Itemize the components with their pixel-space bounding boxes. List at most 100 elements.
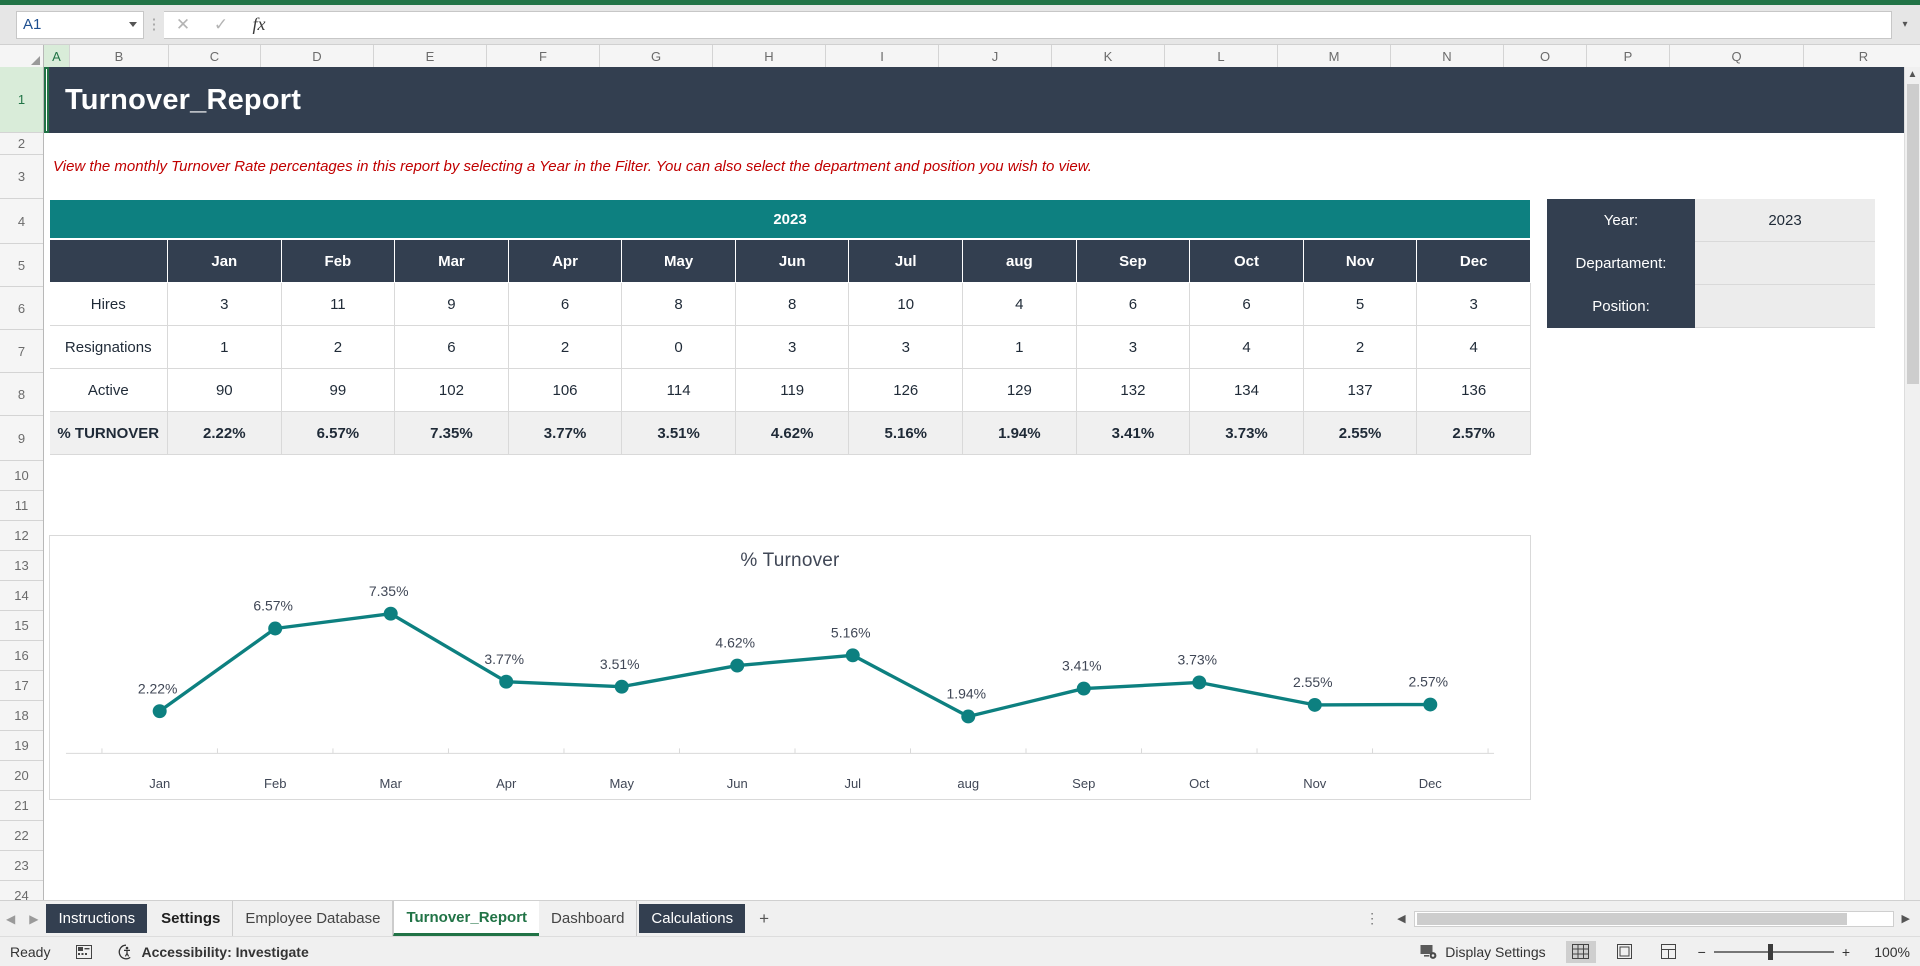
- chevron-down-icon[interactable]: [129, 22, 137, 27]
- column-header-A[interactable]: A: [44, 45, 70, 67]
- vertical-scrollbar[interactable]: ▲: [1904, 67, 1920, 900]
- row-header-10[interactable]: 10: [0, 461, 43, 491]
- column-header-I[interactable]: I: [826, 45, 939, 67]
- sheet-nav-next-icon[interactable]: ▶: [29, 912, 38, 926]
- zoom-level-label[interactable]: 100%: [1864, 944, 1910, 960]
- column-header-K[interactable]: K: [1052, 45, 1165, 67]
- column-header-G[interactable]: G: [600, 45, 713, 67]
- display-settings-button[interactable]: Display Settings: [1420, 944, 1545, 960]
- row-header-18[interactable]: 18: [0, 701, 43, 731]
- sheet-nav-arrows[interactable]: ◀ ▶: [0, 901, 44, 936]
- row-header-11[interactable]: 11: [0, 491, 43, 521]
- column-header-N[interactable]: N: [1391, 45, 1504, 67]
- zoom-slider-track[interactable]: [1714, 951, 1834, 953]
- row-header-3[interactable]: 3: [0, 155, 43, 199]
- row-header-24[interactable]: 24: [0, 881, 43, 900]
- column-header-E[interactable]: E: [374, 45, 487, 67]
- row-header-13[interactable]: 13: [0, 551, 43, 581]
- row-header-4[interactable]: 4: [0, 199, 43, 244]
- row-header-5[interactable]: 5: [0, 244, 43, 287]
- zoom-out-button[interactable]: −: [1698, 944, 1706, 960]
- row-header-8[interactable]: 8: [0, 373, 43, 416]
- row-header-23[interactable]: 23: [0, 851, 43, 881]
- zoom-in-button[interactable]: +: [1842, 944, 1850, 960]
- sheet-tab-dashboard[interactable]: Dashboard: [539, 901, 637, 936]
- confirm-entry-icon[interactable]: ✓: [202, 11, 240, 39]
- sheet-tab-settings[interactable]: Settings: [149, 901, 233, 936]
- row-header-6[interactable]: 6: [0, 287, 43, 330]
- column-header-B[interactable]: B: [70, 45, 169, 67]
- cancel-entry-icon[interactable]: ✕: [164, 11, 202, 39]
- cell-turnover-nov: 2.55%: [1303, 412, 1417, 455]
- select-all-corner[interactable]: [0, 45, 44, 67]
- row-header-17[interactable]: 17: [0, 671, 43, 701]
- scroll-up-icon[interactable]: ▲: [1908, 67, 1918, 82]
- month-header-mar: Mar: [395, 240, 509, 283]
- chart-data-label: 6.57%: [253, 598, 293, 614]
- cell-active-feb: 99: [281, 369, 395, 412]
- row-header-19[interactable]: 19: [0, 731, 43, 761]
- cell-active-sep: 132: [1076, 369, 1190, 412]
- normal-view-button[interactable]: [1566, 941, 1596, 963]
- filter-value-year[interactable]: 2023: [1695, 199, 1875, 242]
- formula-bar-menu-icon[interactable]: ⋮: [144, 21, 164, 29]
- horizontal-scroll-thumb[interactable]: [1417, 913, 1847, 925]
- column-header-O[interactable]: O: [1504, 45, 1587, 67]
- row-header-1[interactable]: 1: [0, 67, 43, 133]
- chart-x-label: Nov: [1257, 776, 1373, 791]
- sheet-tab-calculations[interactable]: Calculations: [639, 904, 745, 933]
- turnover-chart[interactable]: % Turnover 2.22%6.57%7.35%3.77%3.51%4.62…: [49, 535, 1531, 800]
- row-header-16[interactable]: 16: [0, 641, 43, 671]
- column-header-Q[interactable]: Q: [1670, 45, 1804, 67]
- add-sheet-button[interactable]: +: [747, 901, 781, 936]
- chart-x-label: Oct: [1142, 776, 1258, 791]
- row-header-12[interactable]: 12: [0, 521, 43, 551]
- row-header-20[interactable]: 20: [0, 761, 43, 791]
- cell-resignations-sep: 3: [1076, 326, 1190, 369]
- filter-value-department[interactable]: [1695, 242, 1875, 285]
- row-header-7[interactable]: 7: [0, 330, 43, 373]
- table-row-resignations: Resignations 1 2 6 2 0 3 3 1 3 4 2: [50, 326, 1531, 369]
- column-header-D[interactable]: D: [261, 45, 374, 67]
- row-header-15[interactable]: 15: [0, 611, 43, 641]
- formula-input[interactable]: [278, 11, 1892, 39]
- chart-data-point: [153, 704, 167, 718]
- sheet-nav-prev-icon[interactable]: ◀: [6, 912, 15, 926]
- expand-formula-bar-icon[interactable]: ▾: [1894, 11, 1916, 39]
- selected-cell-a1[interactable]: [44, 67, 49, 133]
- insert-function-icon[interactable]: fx: [240, 11, 278, 39]
- row-header-2[interactable]: 2: [0, 133, 43, 155]
- name-box[interactable]: A1: [16, 11, 144, 39]
- column-header-J[interactable]: J: [939, 45, 1052, 67]
- row-header-21[interactable]: 21: [0, 791, 43, 821]
- cell-hires-nov: 5: [1303, 283, 1417, 326]
- sheet-tab-employee-database[interactable]: Employee Database: [233, 901, 393, 936]
- column-header-M[interactable]: M: [1278, 45, 1391, 67]
- filter-value-position[interactable]: [1695, 285, 1875, 328]
- column-header-R[interactable]: R: [1804, 45, 1920, 67]
- column-header-P[interactable]: P: [1587, 45, 1670, 67]
- hscroll-right-icon[interactable]: ▶: [1898, 912, 1914, 925]
- column-header-L[interactable]: L: [1165, 45, 1278, 67]
- row-label-turnover: % TURNOVER: [50, 412, 168, 455]
- row-header-14[interactable]: 14: [0, 581, 43, 611]
- sheet-tab-instructions[interactable]: Instructions: [46, 904, 147, 933]
- cell-hires-jul: 10: [849, 283, 963, 326]
- column-header-F[interactable]: F: [487, 45, 600, 67]
- zoom-slider-thumb[interactable]: [1768, 944, 1773, 960]
- zoom-slider[interactable]: − +: [1698, 944, 1850, 960]
- row-header-9[interactable]: 9: [0, 416, 43, 461]
- page-layout-view-button[interactable]: [1610, 941, 1640, 963]
- vertical-scroll-thumb[interactable]: [1907, 84, 1919, 384]
- tab-bar-overflow-icon[interactable]: ⋮: [1357, 910, 1389, 927]
- month-header-sep: Sep: [1076, 240, 1190, 283]
- column-header-H[interactable]: H: [713, 45, 826, 67]
- page-break-view-button[interactable]: [1654, 941, 1684, 963]
- sheet-tab-turnover-report[interactable]: Turnover_Report: [393, 901, 539, 936]
- row-header-22[interactable]: 22: [0, 821, 43, 851]
- column-header-C[interactable]: C: [169, 45, 261, 67]
- hscroll-left-icon[interactable]: ◀: [1393, 912, 1409, 925]
- horizontal-scrollbar[interactable]: [1414, 911, 1894, 927]
- accessibility-status[interactable]: Accessibility: Investigate: [118, 944, 308, 960]
- macro-record-button[interactable]: [76, 945, 92, 959]
